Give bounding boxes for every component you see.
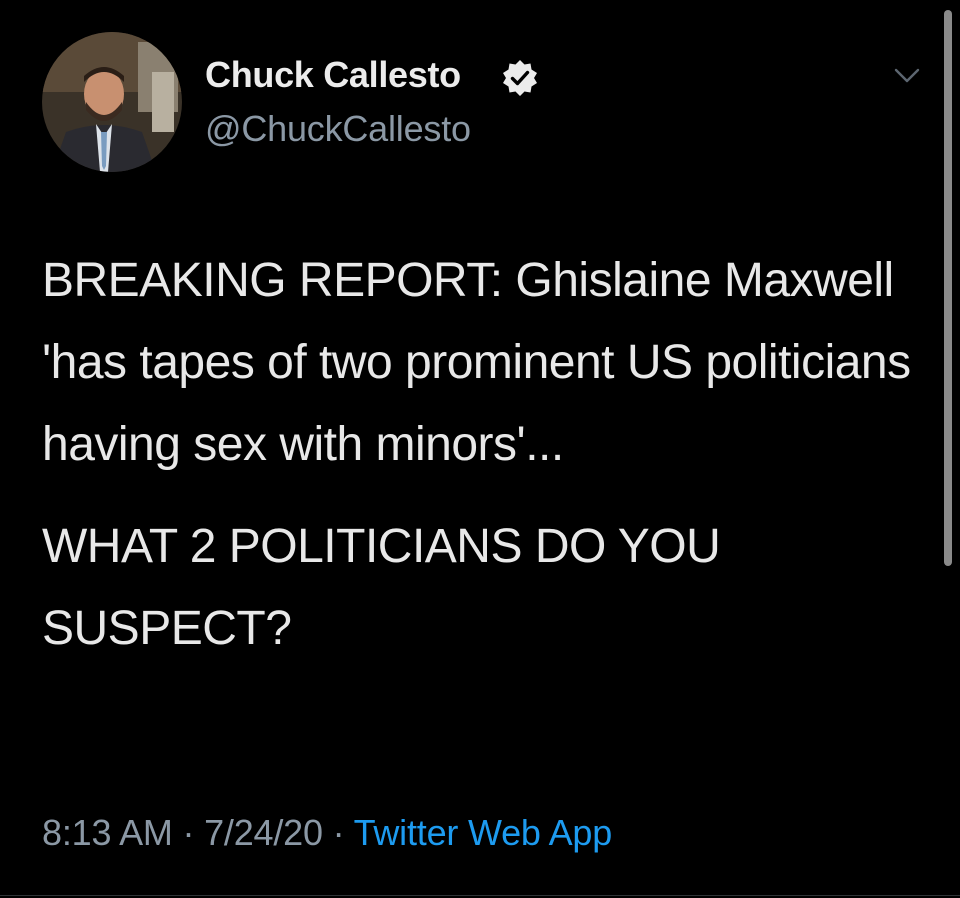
tweet-paragraph: WHAT 2 POLITICIANS DO YOU SUSPECT? xyxy=(42,520,721,655)
tweet-card: Chuck Callesto @ChuckCallesto BREAKING R… xyxy=(0,0,960,898)
tweet-time[interactable]: 8:13 AM xyxy=(42,812,173,853)
tweet-date[interactable]: 7/24/20 xyxy=(204,812,323,853)
scrollbar[interactable] xyxy=(944,10,952,566)
verified-badge-icon xyxy=(503,60,537,96)
author-name[interactable]: Chuck Callesto xyxy=(205,54,461,96)
tweet-source-link[interactable]: Twitter Web App xyxy=(354,812,613,853)
divider xyxy=(0,895,960,896)
tweet-paragraph: BREAKING REPORT: Ghislaine Maxwell 'has … xyxy=(42,254,911,471)
author-handle[interactable]: @ChuckCallesto xyxy=(205,108,471,150)
avatar-image xyxy=(42,32,182,172)
meta-separator: · xyxy=(172,812,205,853)
chevron-down-icon[interactable] xyxy=(894,62,920,88)
meta-separator: · xyxy=(322,812,354,853)
tweet-metadata: 8:13 AM · 7/24/20 · Twitter Web App xyxy=(42,812,612,854)
avatar[interactable] xyxy=(42,32,182,172)
tweet-text: BREAKING REPORT: Ghislaine Maxwell 'has … xyxy=(42,240,922,670)
